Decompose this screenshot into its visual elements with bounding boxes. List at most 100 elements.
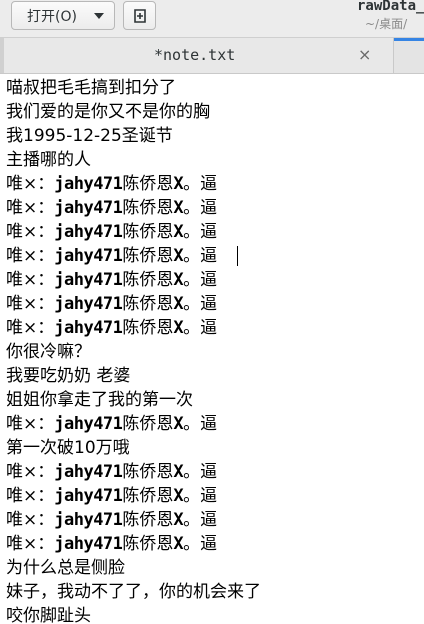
tab-label: *note.txt [154, 46, 236, 64]
chevron-down-icon [94, 13, 104, 19]
text-segment: jahy471 [54, 198, 123, 218]
text-line: 我1995-12-25圣诞节 [6, 126, 173, 146]
text-segment: jahy471 [54, 462, 123, 482]
text-segment: X [173, 174, 184, 194]
text-segment: 唯×： [6, 174, 55, 194]
text-segment: 陈侨恩 [122, 270, 174, 290]
text-segment: X [173, 294, 184, 314]
text-line: 姐姐你拿走了我的第一次 [6, 390, 193, 410]
text-segment: 陈侨恩 [122, 222, 174, 242]
text-segment: 。逼 [183, 534, 218, 554]
text-segment: 唯×： [6, 222, 55, 242]
text-segment: 陈侨恩 [122, 174, 174, 194]
text-segment: 。逼 [183, 222, 218, 242]
text-segment: 陈侨恩 [122, 294, 174, 314]
text-line: 唯×：jahy471陈侨恩X。逼 [6, 412, 217, 436]
open-button-label: 打开(O) [27, 8, 77, 25]
text-segment: 陈侨恩 [122, 414, 174, 434]
text-line: 唯×：jahy471陈侨恩X。逼 [6, 268, 217, 292]
text-segment: 陈侨恩 [122, 246, 174, 266]
text-line: 唯×：jahy471陈侨恩X。逼 [6, 484, 217, 508]
text-line: 唯×：jahy471陈侨恩X。逼 [6, 196, 217, 220]
text-segment: X [173, 270, 184, 290]
text-caret [237, 246, 238, 266]
text-line: 唯×：jahy471陈侨恩X。逼 [6, 532, 217, 556]
text-segment: X [173, 486, 184, 506]
text-segment: 唯×： [6, 294, 55, 314]
text-segment: jahy471 [54, 294, 123, 314]
text-segment: 。逼 [183, 462, 218, 482]
text-line: 我要吃奶奶 老婆 [6, 366, 131, 386]
text-line: 第一次破10万哦 [6, 438, 130, 458]
window-title: rawData_ [357, 0, 424, 14]
text-segment: 唯×： [6, 198, 55, 218]
text-segment: 唯×： [6, 270, 55, 290]
text-segment: jahy471 [54, 414, 123, 434]
text-segment: 唯×： [6, 462, 55, 482]
text-segment: jahy471 [54, 486, 123, 506]
text-line: 唯×：jahy471陈侨恩X。逼 [6, 460, 217, 484]
text-segment: 。逼 [183, 510, 218, 530]
header-bar: 打开(O) rawData_ ~/桌面/ [0, 0, 424, 38]
window-title-area: rawData_ ~/桌面/ [334, 0, 424, 38]
text-segment: 。逼 [183, 198, 218, 218]
text-editor[interactable]: 喵叔把毛毛搞到扣分了我们爱的是你又不是你的胸 我1995-12-25圣诞节 主播哪的… [0, 74, 424, 624]
text-segment: 陈侨恩 [122, 198, 174, 218]
tab-note-txt[interactable]: *note.txt × [0, 38, 394, 73]
text-segment: X [173, 534, 184, 554]
text-segment: jahy471 [54, 510, 123, 530]
text-segment: 唯×： [6, 318, 55, 338]
text-line: 唯×：jahy471陈侨恩X。逼 [6, 220, 217, 244]
text-line: 唯×：jahy471陈侨恩X。逼 [6, 172, 217, 196]
text-line: 我们爱的是你又不是你的胸 [6, 102, 210, 122]
text-segment: jahy471 [54, 222, 123, 242]
text-line: 唯×：jahy471陈侨恩X。逼 [6, 508, 217, 532]
text-segment: jahy471 [54, 318, 123, 338]
text-line: 为什么总是侧脸 [6, 558, 125, 578]
text-segment: X [173, 318, 184, 338]
tab-next-indicator[interactable] [394, 38, 424, 73]
text-segment: jahy471 [54, 246, 123, 266]
text-segment: jahy471 [54, 174, 123, 194]
text-line: 唯×：jahy471陈侨恩X。逼 [6, 316, 217, 340]
text-line: 你很冷嘛？ [6, 342, 91, 362]
text-segment: 唯×： [6, 510, 55, 530]
text-line: 咬你脚趾头 [6, 606, 91, 624]
text-line: 唯×：jahy471陈侨恩X。逼 [6, 292, 217, 316]
text-segment: 。逼 [183, 318, 218, 338]
text-line: 妹子，我动不了了，你的机会来了 [6, 582, 261, 602]
text-segment: 唯×： [6, 246, 55, 266]
text-segment: 。逼 [183, 294, 218, 314]
new-document-icon [133, 8, 146, 23]
text-segment: 陈侨恩 [122, 534, 174, 554]
text-segment: 陈侨恩 [122, 486, 174, 506]
new-document-button[interactable] [123, 1, 156, 30]
window-subtitle: ~/桌面/ [365, 17, 408, 31]
text-segment: X [173, 414, 184, 434]
text-segment: X [173, 246, 184, 266]
text-segment: X [173, 222, 184, 242]
open-button[interactable]: 打开(O) [11, 1, 115, 30]
close-icon[interactable]: × [358, 45, 371, 64]
text-line: 喵叔把毛毛搞到扣分了 [6, 78, 176, 98]
text-segment: X [173, 510, 184, 530]
text-segment: 。逼 [183, 414, 218, 434]
text-segment: X [173, 462, 184, 482]
text-segment: jahy471 [54, 270, 123, 290]
text-segment: 。逼 [183, 174, 218, 194]
tab-bar: *note.txt × [0, 38, 424, 74]
text-segment: 唯×： [6, 486, 55, 506]
text-segment: jahy471 [54, 534, 123, 554]
text-segment: 陈侨恩 [122, 318, 174, 338]
text-line: 主播哪的人 [6, 150, 91, 170]
text-segment: 。逼 [183, 486, 218, 506]
gedit-window: 打开(O) rawData_ ~/桌面/ *note.txt × 喵叔把毛毛搞到… [0, 0, 424, 624]
text-segment: 。逼 [183, 270, 218, 290]
text-segment: 唯×： [6, 414, 55, 434]
text-segment: 唯×： [6, 534, 55, 554]
text-segment: 陈侨恩 [122, 510, 174, 530]
text-line: 唯×：jahy471陈侨恩X。逼 [6, 244, 217, 268]
text-segment: 陈侨恩 [122, 462, 174, 482]
text-segment: X [173, 198, 184, 218]
text-segment: 。逼 [183, 246, 218, 266]
